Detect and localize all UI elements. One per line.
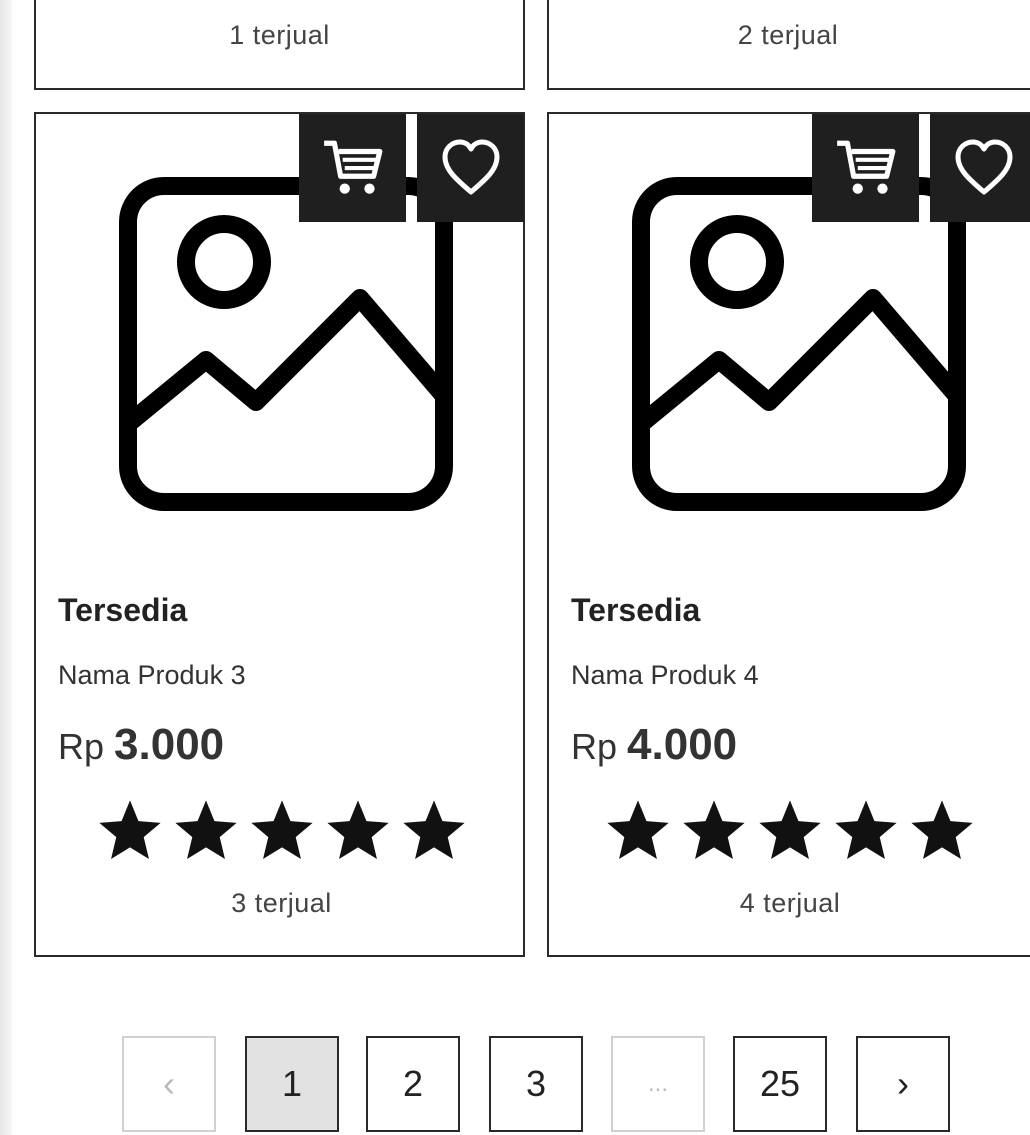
product-card-2[interactable]: 2 terjual: [547, 0, 1030, 90]
next-page-button[interactable]: ›: [856, 1036, 950, 1132]
add-to-cart-button[interactable]: [812, 114, 919, 222]
scroll-shadow: [0, 0, 12, 1135]
sold-count: 4 terjual: [739, 888, 841, 918]
availability-status: Tersedia: [571, 592, 701, 628]
currency: Rp: [58, 726, 105, 767]
sold-count: 1 terjual: [229, 20, 330, 50]
image-placeholder-icon: [632, 177, 966, 511]
product-name[interactable]: Nama Produk 3: [58, 660, 246, 691]
star-icon: [174, 800, 237, 859]
star-icon: [683, 800, 745, 859]
star-icon: [98, 800, 161, 859]
page-button-3[interactable]: 3: [489, 1036, 583, 1132]
add-to-wishlist-button[interactable]: [930, 114, 1030, 222]
price-amount: 3.000: [114, 720, 225, 769]
price-amount: 4.000: [627, 720, 738, 769]
add-to-cart-button[interactable]: [299, 114, 406, 222]
star-icon: [607, 800, 669, 859]
star-icon: [835, 800, 897, 859]
rating-stars: [549, 796, 1030, 866]
sold-count: 3 terjual: [231, 888, 332, 918]
product-card-4[interactable]: Tersedia Nama Produk 4 Rp 4.000 4 terjua…: [547, 112, 1030, 957]
page-button-2[interactable]: 2: [366, 1036, 460, 1132]
heart-icon: [442, 139, 499, 195]
rating-stars: [36, 796, 527, 866]
product-price: Rp 3.000: [58, 720, 224, 770]
star-icon: [911, 800, 973, 859]
product-price: Rp 4.000: [571, 720, 737, 770]
product-card-1[interactable]: 1 terjual: [34, 0, 525, 90]
prev-page-button[interactable]: ‹: [122, 1036, 216, 1132]
star-icon: [402, 800, 465, 859]
image-placeholder-icon: [119, 177, 453, 511]
product-card-3[interactable]: Tersedia Nama Produk 3 Rp 3.000 3 terjua…: [34, 112, 525, 957]
add-to-wishlist-button[interactable]: [417, 114, 524, 222]
page-button-25[interactable]: 25: [733, 1036, 827, 1132]
star-icon: [250, 800, 313, 859]
availability-status: Tersedia: [58, 592, 188, 628]
star-icon: [759, 800, 821, 859]
page-button-1[interactable]: 1: [245, 1036, 339, 1132]
pagination-ellipsis: ...: [611, 1036, 705, 1132]
heart-icon: [955, 139, 1012, 195]
cart-icon: [323, 140, 382, 194]
star-icon: [326, 800, 389, 859]
cart-icon: [836, 140, 895, 194]
product-name[interactable]: Nama Produk 4: [571, 660, 759, 691]
currency: Rp: [571, 726, 618, 767]
sold-count: 2 terjual: [737, 20, 839, 50]
